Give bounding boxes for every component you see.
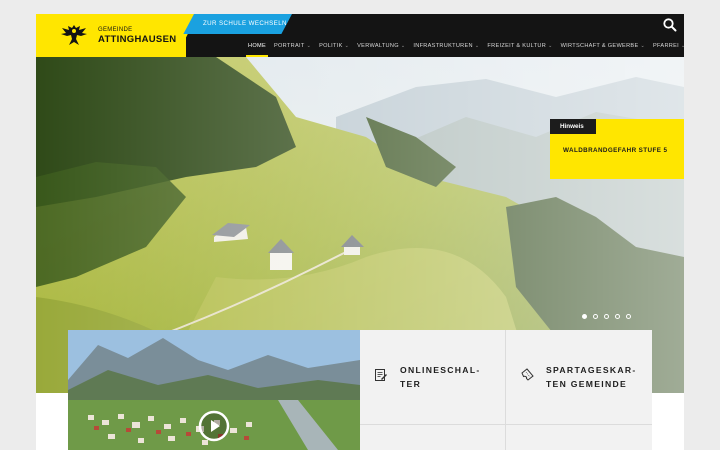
chevron-down-icon: ⌄ — [548, 42, 553, 49]
chevron-down-icon: ⌄ — [400, 42, 406, 49]
slider-dot[interactable] — [615, 314, 620, 319]
nav-item-label: INFRASTRUKTUREN — [413, 42, 473, 49]
nav-item-infrastrukturen[interactable]: INFRASTRUKTUREN ⌄ — [413, 34, 479, 57]
chevron-down-icon: ⌄ — [640, 42, 645, 49]
nav-item-label: FREIZEIT & KULTUR — [487, 42, 547, 49]
nav-item-freizeit-kultur[interactable]: FREIZEIT & KULTUR ⌄ — [487, 34, 552, 57]
tile-label: ONLINESCHAL- TER — [400, 363, 481, 391]
page: GEMEINDE ATTINGHAUSEN ZUR SCHULE WECHSEL… — [36, 14, 684, 450]
notice-box[interactable]: Hinweis WALDBRANDGEFAHR STUFE 5 — [550, 119, 684, 179]
chevron-down-icon: ⌄ — [681, 42, 684, 49]
nav-item-pfarrei[interactable]: PFARREI ⌄ — [653, 34, 684, 57]
chevron-down-icon: ⌄ — [344, 42, 350, 49]
notice-tag: Hinweis — [550, 119, 596, 134]
quick-links: ONLINESCHAL- TER SPARTAGESKAR- TEN GEMEI… — [360, 330, 652, 450]
video-thumbnail[interactable] — [68, 330, 360, 450]
slider-dot[interactable] — [604, 314, 609, 319]
logo-title: ATTINGHAUSEN — [98, 34, 177, 45]
site-header: GEMEINDE ATTINGHAUSEN ZUR SCHULE WECHSEL… — [36, 14, 684, 57]
tile-spartageskarten[interactable]: SPARTAGESKAR- TEN GEMEINDE — [506, 330, 651, 424]
logo-subtitle: GEMEINDE — [98, 27, 133, 33]
tile-label-line1: ONLINESCHAL- — [400, 365, 481, 375]
nav-item-verwaltung[interactable]: VERWALTUNG ⌄ — [357, 34, 405, 57]
chevron-down-icon: ⌄ — [474, 42, 480, 49]
nav-item-label: PORTRAIT — [273, 42, 305, 49]
tile-label-line2: TEN GEMEINDE — [546, 379, 628, 389]
tile-divider — [360, 424, 652, 425]
notice-text: WALDBRANDGEFAHR STUFE 5 — [563, 147, 668, 154]
search-icon[interactable] — [662, 17, 678, 33]
slider-dot[interactable] — [626, 314, 631, 319]
tile-label: SPARTAGESKAR- TEN GEMEINDE — [546, 363, 637, 391]
chevron-down-icon: ⌄ — [306, 42, 312, 49]
document-edit-icon — [375, 369, 387, 381]
tile-onlineschalter[interactable]: ONLINESCHAL- TER — [360, 330, 505, 424]
slider-dot[interactable] — [593, 314, 598, 319]
nav-item-home[interactable]: HOME — [246, 34, 268, 57]
school-switch-link[interactable]: ZUR SCHULE WECHSELN — [203, 20, 287, 27]
nav-item-label: WIRTSCHAFT & GEWERBE — [560, 42, 639, 49]
slider-dots — [582, 314, 637, 319]
nav-item-label: POLITIK — [319, 42, 343, 49]
slider-dot[interactable] — [582, 314, 587, 319]
nav-item-label: HOME — [248, 42, 266, 49]
coat-of-arms-icon — [61, 25, 87, 45]
notice-tag-label: Hinweis — [560, 123, 584, 130]
nav-item-wirtschaft-gewerbe[interactable]: WIRTSCHAFT & GEWERBE ⌄ — [561, 34, 645, 57]
nav-item-portrait[interactable]: PORTRAIT ⌄ — [274, 34, 311, 57]
nav-item-label: VERWALTUNG — [357, 42, 399, 49]
tile-label-line2: TER — [400, 379, 422, 389]
nav-item-politik[interactable]: POLITIK ⌄ — [319, 34, 349, 57]
tile-label-line1: SPARTAGESKAR- — [546, 365, 637, 375]
main-nav: HOME PORTRAIT ⌄ POLITIK ⌄ VERWALTUNG ⌄ INFRASTR… — [246, 34, 684, 57]
ticket-icon — [521, 368, 534, 381]
nav-item-label: PFARREI — [652, 42, 680, 49]
logo[interactable]: GEMEINDE ATTINGHAUSEN — [36, 14, 186, 57]
play-icon[interactable] — [198, 410, 230, 442]
